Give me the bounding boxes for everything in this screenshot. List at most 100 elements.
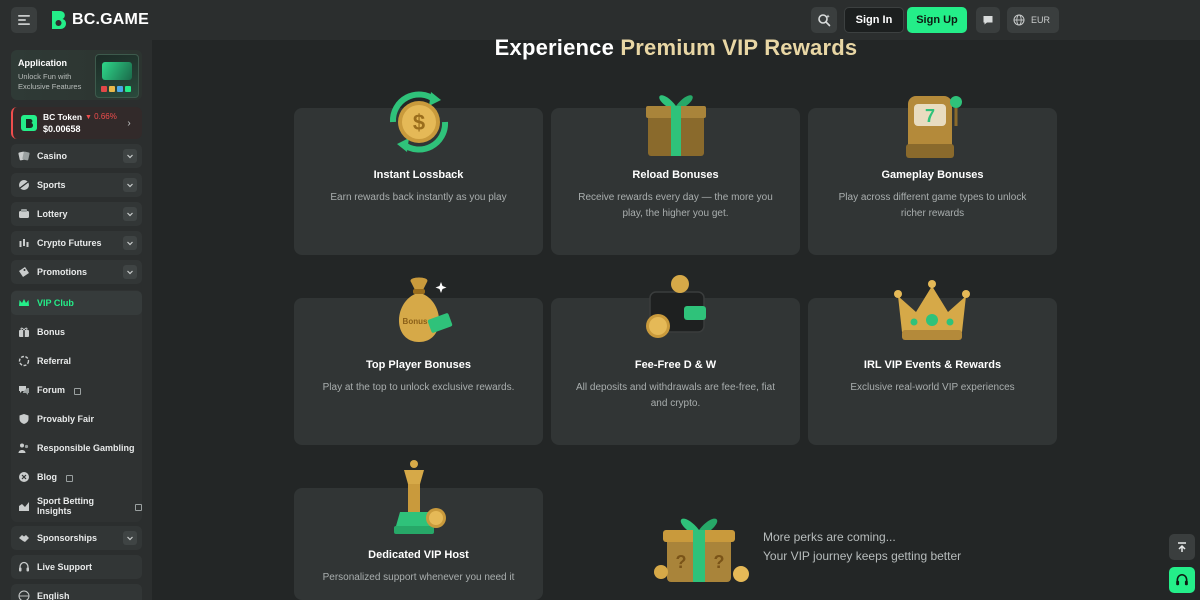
down-trend-icon: ▼ [85,114,92,121]
chevron-down-icon[interactable] [123,178,137,192]
gift-icon [18,326,30,338]
bc-token-card[interactable]: BC Token ▼ 0.66% $0.00658 › [11,107,142,139]
nav-group-casino[interactable]: Casino [11,144,142,168]
nav-label: English [37,591,70,600]
card-desc: Receive rewards every day — the more you… [578,192,773,219]
gift-box-icon [646,95,706,156]
svg-text:7: 7 [925,106,935,126]
nav-label: Sponsorships [37,533,98,543]
token-price: $0.00658 [43,124,81,134]
chevron-down-icon[interactable] [123,265,137,279]
nav-label: Sports [37,180,66,190]
chevron-down-icon[interactable] [123,531,137,545]
token-change-value: 0.66% [94,112,117,121]
futures-icon [18,237,30,249]
nav-label: Crypto Futures [37,238,102,248]
sign-up-button[interactable]: Sign Up [907,7,967,33]
perks-line-1: More perks are coming... [763,530,896,544]
support-chat-button[interactable] [1169,567,1195,593]
scroll-top-button[interactable] [1169,534,1195,560]
sidebar-item-forum[interactable]: Forum [11,378,142,402]
card-desc: Earn rewards back instantly as you play [330,192,507,203]
sidebar-item-responsible-gambling[interactable]: Responsible Gambling [11,436,142,460]
chevron-down-icon[interactable] [123,207,137,221]
logo-text: BC.GAME [72,11,149,28]
sign-in-button[interactable]: Sign In [844,7,904,33]
menu-toggle-button[interactable] [11,7,37,33]
chevron-down-icon[interactable] [123,236,137,250]
headset-icon [1176,573,1188,586]
nav-label: Provably Fair [37,414,95,424]
external-link-icon [74,387,81,395]
crown-gold-icon [894,280,970,340]
card-title: IRL VIP Events & Rewards [863,359,1002,371]
sidebar-item-provably-fair[interactable]: Provably Fair [11,407,142,431]
nav-label: Responsible Gambling [37,443,135,453]
mystery-gift-icon: ? ? [654,518,749,582]
brand-logo[interactable]: BC.GAME [48,9,149,31]
blog-icon [18,471,30,483]
slot-machine-icon: 7 [906,96,962,158]
nav-label: Casino [37,151,68,161]
more-perks-banner: ? ? More perks are coming... Your VIP jo… [649,510,999,590]
perks-line-2: Your VIP journey keeps getting better [763,549,962,563]
sports-icon [18,179,30,191]
nav-group-sponsorships[interactable]: Sponsorships [11,526,142,550]
currency-selector[interactable]: EUR [1007,7,1059,33]
nav-label: VIP Club [37,298,74,308]
chat-button[interactable] [976,7,1000,33]
wallet-icon [646,275,706,338]
language-selector[interactable]: English [11,584,142,600]
headset-icon [18,561,30,573]
forum-icon [18,384,30,396]
nav-item-live-support[interactable]: Live Support [11,555,142,579]
arrow-up-icon [1178,542,1186,552]
nav-label: Bonus [37,327,65,337]
nav-label: Promotions [37,267,88,277]
shield-icon [18,413,30,425]
token-name: BC Token [43,112,83,122]
title-plain: Experience [494,35,615,60]
handshake-icon [18,532,30,544]
sidebar-item-bonus[interactable]: Bonus [11,320,142,344]
sidebar-item-vip-club[interactable]: VIP Club [11,291,142,315]
card-desc: Play at the top to unlock exclusive rewa… [322,382,515,393]
sidebar: Application Unlock Fun with Exclusive Fe… [0,40,152,600]
external-link-icon [135,503,142,511]
svg-text:?: ? [714,552,725,572]
hamburger-icon [18,15,30,25]
search-icon [818,14,831,27]
card-title: Gameplay Bonuses [881,169,984,181]
crown-icon [18,297,30,309]
card-title: Reload Bonuses [632,169,719,181]
nav-label: Forum [37,385,65,395]
top-header: BC.GAME Sign In Sign Up EUR [0,0,1200,40]
svg-text:?: ? [676,552,687,572]
nav-label: Blog [37,472,57,482]
card-title: Top Player Bonuses [366,359,471,371]
nav-group-crypto-futures[interactable]: Crypto Futures [11,231,142,255]
page-title: Experience Premium VIP Rewards [0,35,1200,61]
currency-label: EUR [1031,15,1051,25]
search-button[interactable] [811,7,837,33]
svg-text:$: $ [413,110,425,135]
lottery-icon [18,208,30,220]
sidebar-item-blog[interactable]: Blog [11,465,142,489]
nav-label: Referral [37,356,72,366]
app-card-subtitle: Unlock Fun with Exclusive Features [18,72,82,91]
nav-group-lottery[interactable]: Lottery [11,202,142,226]
chevron-right-icon[interactable]: › [122,115,136,131]
chevron-down-icon[interactable] [123,149,137,163]
card-title: Dedicated VIP Host [368,549,469,561]
card-desc: Exclusive real-world VIP experiences [850,382,1015,393]
card-desc: Play across different game types to unlo… [838,192,1027,219]
title-accent: Premium VIP Rewards [620,35,858,60]
card-title: Fee-Free D & W [634,359,717,371]
sidebar-item-referral[interactable]: Referral [11,349,142,373]
external-link-icon [66,474,73,482]
sidebar-item-sport-betting-insights[interactable]: Sport Betting Insights [11,494,142,518]
nav-group-sports[interactable]: Sports [11,173,142,197]
logo-mark-icon [52,11,66,29]
people-icon [18,442,30,454]
nav-group-promotions[interactable]: Promotions [11,260,142,284]
